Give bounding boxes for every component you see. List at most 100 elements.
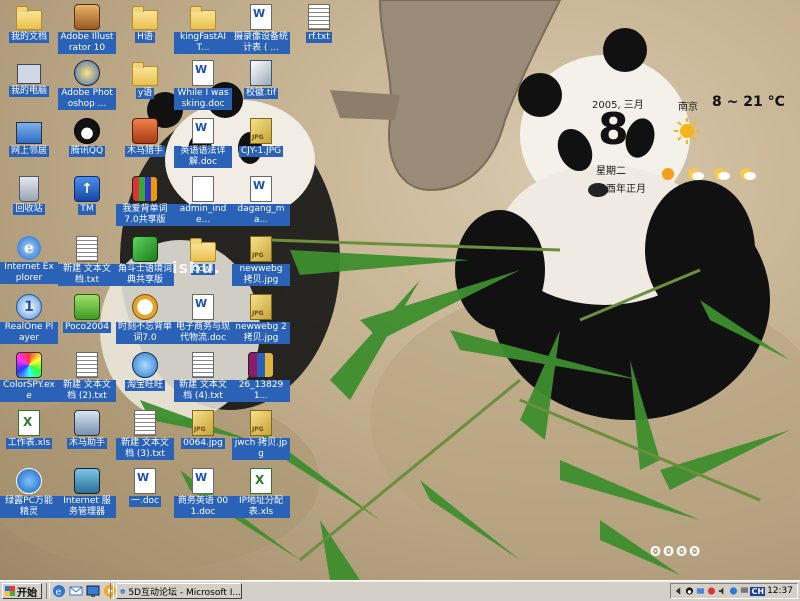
- qq-penguin-icon: [74, 118, 100, 144]
- desktop-icon-new-text-4[interactable]: 新建 文本文档 (4).txt: [174, 352, 232, 402]
- desktop-icon-folder-h[interactable]: H语: [116, 4, 174, 43]
- desktop-icon-school-badge-tif[interactable]: 校徽.tif: [232, 60, 290, 99]
- brand-mark: ʘʘʘʘ: [650, 545, 703, 560]
- excel-file-icon: [250, 468, 272, 494]
- desktop-icon-cjy-jpg[interactable]: CJY-1.JPG: [232, 118, 290, 157]
- network-tray-icon[interactable]: [696, 586, 705, 596]
- word-document-icon: [192, 294, 214, 320]
- desktop-icon-rar-archive[interactable]: 26_138291...: [232, 352, 290, 402]
- desktop-icon-photoshop[interactable]: Adobe Photoshop ...: [58, 60, 116, 110]
- icon-label: Adobe Photoshop ...: [58, 88, 116, 110]
- language-indicator[interactable]: CH: [750, 586, 766, 596]
- desktop-icon-rf-txt[interactable]: rf.txt: [290, 4, 348, 43]
- desktop-icon-equipment-table[interactable]: 摄录像设备统计表 ( ...: [232, 4, 290, 54]
- icon-label: kingFastAIT...: [174, 32, 232, 54]
- desktop-icon-newwebg-copy[interactable]: newwebg 拷贝.jpg: [232, 236, 290, 286]
- image-file-icon: [250, 410, 272, 436]
- desktop-icon-tm[interactable]: ↑ TM: [58, 176, 116, 215]
- calendar-weather-widget[interactable]: 2005, 三月 8 星期二 乙酉年正月 南京 8 ~ 21 °C: [588, 92, 798, 202]
- wangwang-tray-icon[interactable]: [729, 586, 738, 596]
- icon-label: 木马猎手: [124, 146, 165, 157]
- icon-label: 26_138291...: [232, 380, 290, 402]
- desktop-icon-jwch-copy[interactable]: jwch 拷贝.jpg: [232, 410, 290, 460]
- lunar-date: 乙酉年正月: [596, 184, 646, 195]
- internet-explorer-icon: e: [120, 589, 125, 594]
- desktop-icon-ecommerce-logistics[interactable]: 电子商务与现代物流.doc: [174, 294, 232, 344]
- volume-icon[interactable]: [718, 586, 727, 596]
- alarm-clock-icon: [132, 294, 158, 320]
- wangwang-icon: [132, 352, 158, 378]
- taskbar-window-button[interactable]: e 5D互动论坛 - Microsoft I...: [116, 583, 242, 599]
- desktop-icon-memorize-words[interactable]: 时刻不忘背单词7.0: [116, 294, 174, 344]
- desktop-icon-while-i-was-sking[interactable]: While I was sking.doc: [174, 60, 232, 110]
- desktop-icon-recycle-bin[interactable]: 回收站: [0, 176, 58, 215]
- desktop-icon-taobao-wangwang[interactable]: 淘宝旺旺: [116, 352, 174, 391]
- qq-tray-icon[interactable]: [685, 586, 694, 596]
- word-document-icon: [192, 118, 214, 144]
- desktop-icon-colorspy[interactable]: ColorSPY.exe: [0, 352, 58, 402]
- desktop-icon-iis-manager[interactable]: Internet 服务管理器: [58, 468, 116, 518]
- icon-label: Internet Explorer: [0, 262, 58, 284]
- text-file-icon: [76, 236, 98, 262]
- desktop-icon-new-text-1[interactable]: 新建 文本文档.txt: [58, 236, 116, 286]
- my-computer-icon: [17, 64, 41, 84]
- smurf-icon: [16, 468, 42, 494]
- word-document-icon: [134, 468, 156, 494]
- desktop-icon-worksheet-xls[interactable]: 工作表.xls: [0, 410, 58, 449]
- show-desktop-icon[interactable]: [86, 584, 100, 598]
- desktop-icon-realone-player[interactable]: 1 RealOne Player: [0, 294, 58, 344]
- temperature-range: 8 ~ 21 °C: [712, 94, 785, 110]
- desktop-icon-internet-explorer[interactable]: e Internet Explorer: [0, 236, 58, 284]
- desktop-icon-0064-jpg[interactable]: 0064.jpg: [174, 410, 232, 449]
- desktop-icon-new-text-3[interactable]: 新建 文本文档 (3).txt: [116, 410, 174, 460]
- desktop-icon-illustrator[interactable]: Adobe Illustrator 10: [58, 4, 116, 54]
- icon-label: Poco2004: [63, 322, 111, 333]
- desktop-icon-vocabulary-7[interactable]: 我爱背单词 7.0共享版: [116, 176, 174, 226]
- icon-label: y语: [135, 88, 155, 99]
- desktop-icon-my-computer[interactable]: 我的电脑: [0, 60, 58, 97]
- desktop-icon-kingfastait[interactable]: kingFastAIT...: [174, 4, 232, 54]
- network-icon: [16, 122, 42, 144]
- desktop-icon-gladiator-dict[interactable]: 角斗士语境词典共享版: [116, 236, 174, 286]
- start-label: 开始: [17, 587, 37, 599]
- icon-label: TM: [78, 204, 96, 215]
- arrow-tray-icon[interactable]: [674, 586, 683, 596]
- text-file-icon: [308, 4, 330, 30]
- trojan-hunter-icon: [132, 118, 158, 144]
- desktop-icon-pc-wizard[interactable]: 绿露PC万能精灵: [0, 468, 58, 518]
- desktop-icon-new-text-2[interactable]: 新建 文本文档 (2).txt: [58, 352, 116, 402]
- folder-icon: [132, 6, 158, 30]
- icon-label: jwch 拷贝.jpg: [232, 438, 290, 460]
- realone-player-icon: 1: [16, 294, 42, 320]
- folder-icon: [132, 62, 158, 86]
- desktop-icon-admin-index[interactable]: admin_inde...: [174, 176, 232, 226]
- desktop-icon-doc-one[interactable]: 一.doc: [116, 468, 174, 507]
- desktop-icon-business-english[interactable]: 商务英语 001.doc: [174, 468, 232, 518]
- desktop-icon-newwebg-2-copy[interactable]: newwebg 2拷贝.jpg: [232, 294, 290, 344]
- icon-label: 绿露PC万能精灵: [0, 496, 58, 518]
- icon-label: 0064.jpg: [181, 438, 225, 449]
- desktop-icon-trojan-hunter[interactable]: 木马猎手: [116, 118, 174, 157]
- icon-label: 工作表.xls: [5, 438, 53, 449]
- icon-label: RealOne Player: [0, 322, 58, 344]
- desktop-icon-trojan-helper[interactable]: 木马助手: [58, 410, 116, 449]
- internet-explorer-icon[interactable]: e: [52, 584, 66, 598]
- desktop-icon-poco2004[interactable]: Poco2004: [58, 294, 116, 333]
- desktop-icon-english-grammar[interactable]: 英语语法详解.doc: [174, 118, 232, 168]
- monitor-tray-icon[interactable]: [740, 586, 749, 596]
- start-button[interactable]: 开始: [2, 583, 42, 599]
- icon-label: 商务英语 001.doc: [174, 496, 232, 518]
- desktop-icon-ip-table-xls[interactable]: IP地址分配表.xls: [232, 468, 290, 518]
- word-document-icon: [250, 176, 272, 202]
- desktop-icon-qq[interactable]: 腾讯QQ: [58, 118, 116, 157]
- tm-icon: ↑: [74, 176, 100, 202]
- desktop-icon-my-documents[interactable]: 我的文档: [0, 4, 58, 43]
- icon-label: 英语语法详解.doc: [174, 146, 232, 168]
- desktop-icon-network[interactable]: 网上邻居: [0, 118, 58, 157]
- desktop-icon-dagang[interactable]: dagang_ma...: [232, 176, 290, 226]
- desktop-icon-folder-y[interactable]: y语: [116, 60, 174, 99]
- antivirus-tray-icon[interactable]: [707, 586, 716, 596]
- icon-label: admin_inde...: [174, 204, 232, 226]
- taskbar-clock[interactable]: 12:37: [767, 586, 797, 596]
- outlook-express-icon[interactable]: [69, 584, 83, 598]
